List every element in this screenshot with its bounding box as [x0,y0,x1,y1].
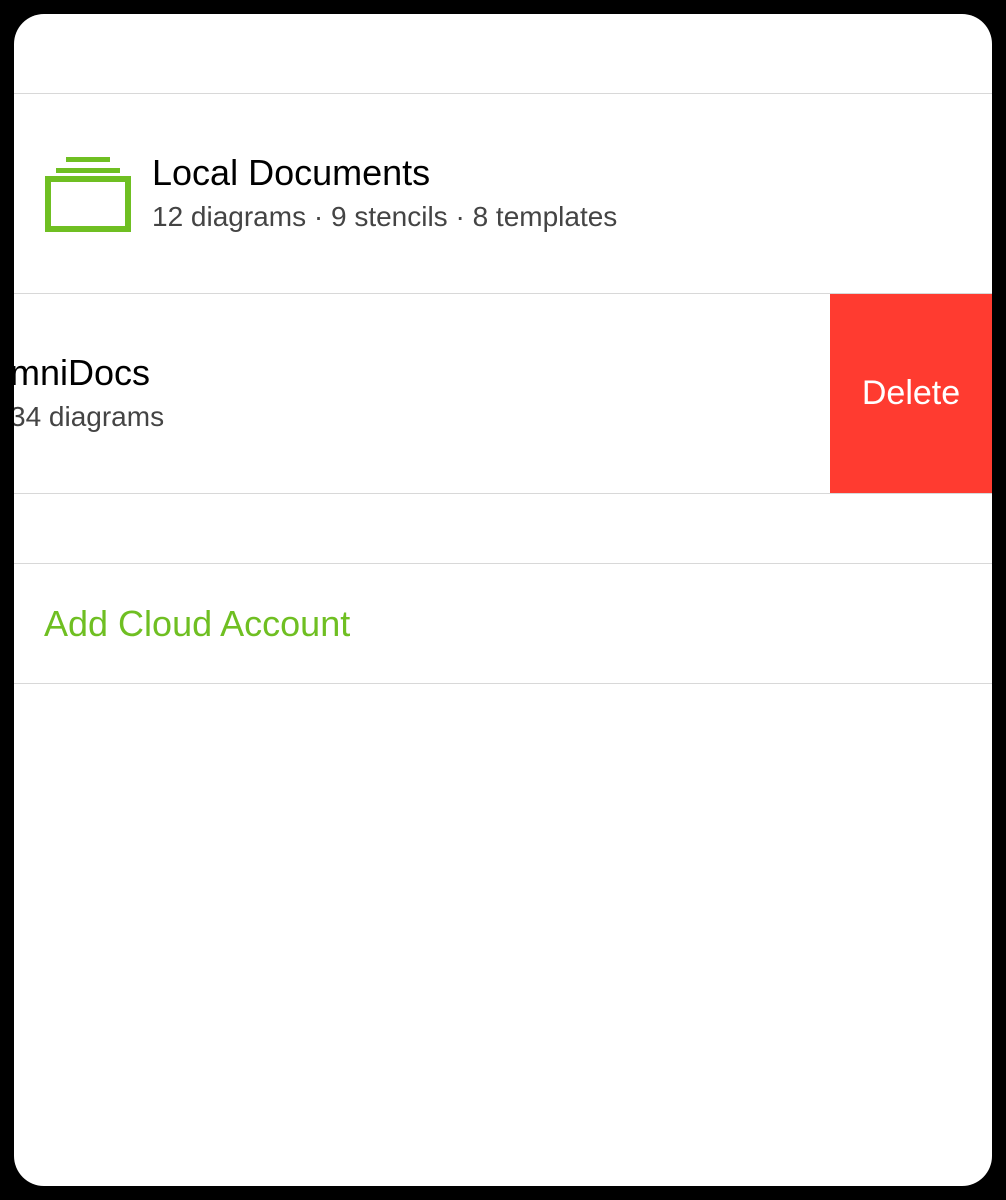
folder-stack-icon [44,155,132,233]
location-text: Local Documents 12 diagrams · 9 stencils… [152,151,617,235]
location-title: Local Documents [152,151,617,194]
location-text: mniDocs 34 diagrams [14,351,164,435]
location-row-local[interactable]: Local Documents 12 diagrams · 9 stencils… [14,94,992,294]
location-title: mniDocs [14,351,164,394]
add-cloud-account-row[interactable]: Add Cloud Account [14,564,992,684]
section-gap [14,494,992,564]
delete-button-label: Delete [862,374,960,413]
add-cloud-account-label: Add Cloud Account [44,603,350,645]
device-frame: Local Documents 12 diagrams · 9 stencils… [0,0,1006,1200]
delete-button[interactable]: Delete [830,294,992,493]
location-row-swiped[interactable]: mniDocs 34 diagrams Delete [14,294,992,494]
location-subtitle: 12 diagrams · 9 stencils · 8 templates [152,197,617,236]
location-subtitle: 34 diagrams [14,397,164,436]
header-spacer [14,14,992,94]
screen: Local Documents 12 diagrams · 9 stencils… [14,14,992,1186]
